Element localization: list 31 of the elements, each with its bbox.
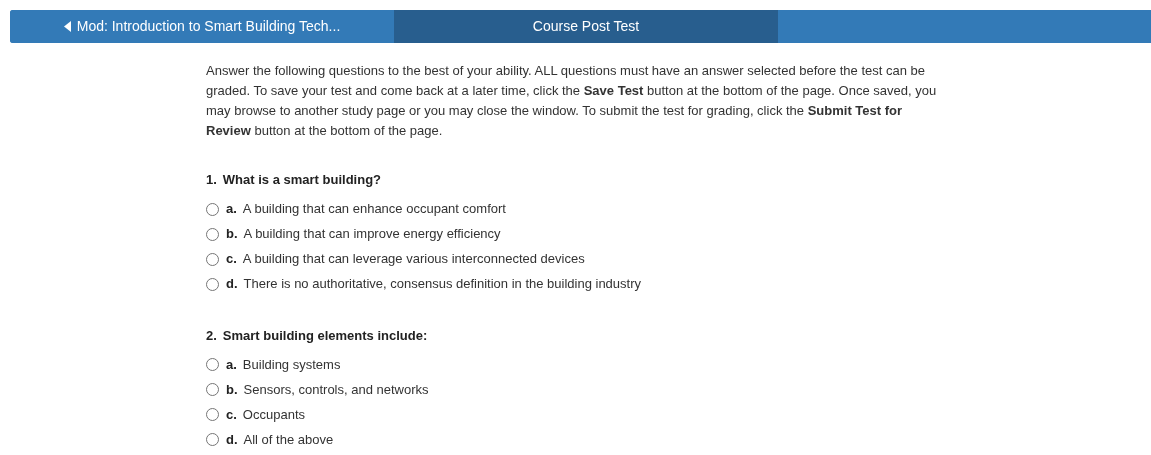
option-letter: d. (226, 430, 238, 449)
option-letter: a. (226, 200, 237, 219)
option-text: There is no authoritative, consensus definition in the building industry (243, 275, 642, 294)
option-text: A building that can enhance occupant comfort (242, 200, 506, 219)
option-text: A building that can leverage various interconnected devices (242, 250, 585, 269)
option-letter: a. (226, 355, 237, 374)
option-text: A building that can improve energy efficiency (243, 225, 501, 244)
radio-button[interactable] (206, 227, 219, 241)
option-text: All of the above (243, 430, 334, 449)
option-text: Occupants (242, 405, 305, 424)
option-letter: b. (226, 225, 238, 244)
option-letter: b. (226, 380, 238, 399)
caret-left-icon (63, 21, 71, 32)
radio-button[interactable] (206, 408, 219, 421)
radio-button[interactable] (206, 202, 219, 216)
option-letter: c. (226, 405, 237, 424)
question-number: 1. (206, 171, 217, 189)
instructions-paragraph: Answer the following questions to the best of your ability. ALL questions must have an answer selected before the test can be graded. To save your test and come back at a later time, click the Save Test button at the bottom of the page. Once saved, you may browse to another study page or you may close the window. To submit the test for grading, click the Submit Test for Review button at the bottom of the page. (206, 62, 938, 140)
question-number: 2. (206, 326, 217, 345)
radio-button[interactable] (206, 252, 219, 266)
option-text: Sensors, controls, and networks (243, 380, 429, 399)
radio-button[interactable] (206, 383, 219, 396)
question-text: Smart building elements include: (222, 326, 428, 345)
question-text: What is a smart building? (222, 171, 382, 189)
radio-button[interactable] (206, 433, 219, 446)
radio-button[interactable] (206, 358, 219, 371)
nav-tab[interactable]: Course Post Test (394, 10, 778, 43)
radio-button[interactable] (206, 277, 219, 291)
option-letter: c. (226, 250, 237, 269)
option-text: Building systems (242, 355, 341, 374)
option-letter: d. (226, 275, 238, 294)
